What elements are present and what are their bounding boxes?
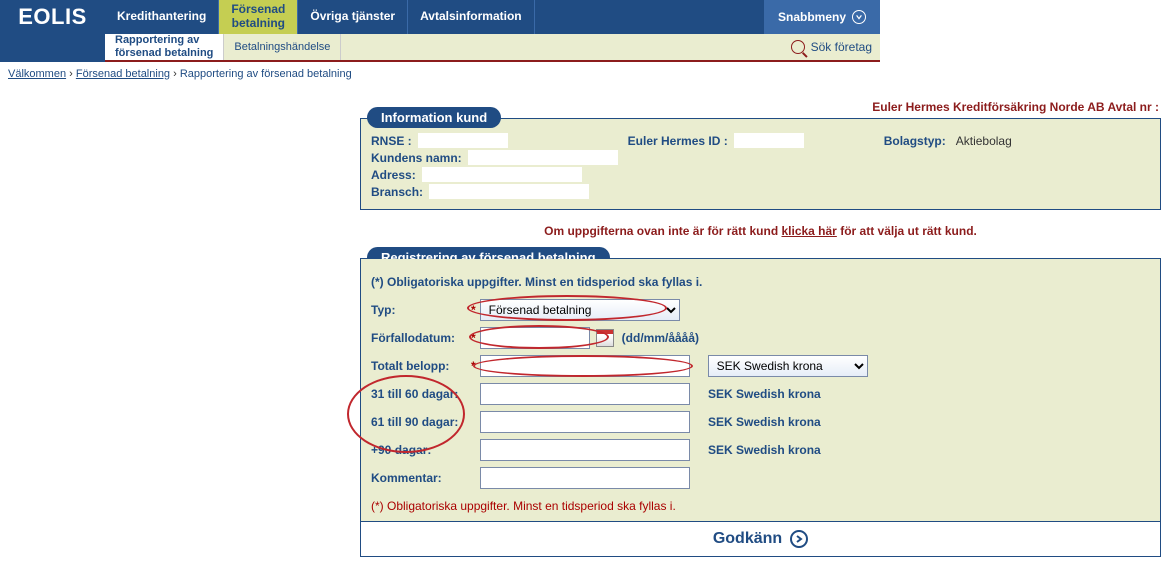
label-90plus: +90 dagar:	[371, 443, 471, 457]
mandatory-footnote: (*) Obligatoriska uppgifter. Minst en ti…	[371, 499, 1150, 513]
subtab-betalningshandelse[interactable]: Betalningshändelse	[224, 34, 341, 60]
label-totalt-belopp: Totalt belopp:	[371, 359, 471, 373]
submit-button[interactable]: Godkänn	[361, 521, 1160, 556]
calendar-icon[interactable]	[596, 329, 614, 347]
currency-static: SEK Swedish krona	[708, 415, 821, 429]
side-gap	[0, 34, 105, 62]
nav-tab-label: Kredithantering	[117, 10, 206, 24]
nav-tab-label: Avtalsinformation	[420, 10, 522, 24]
mandatory-note: (*) Obligatoriska uppgifter. Minst en ti…	[371, 275, 1150, 289]
input-kommentar[interactable]	[480, 467, 690, 489]
subtab-label: Betalningshändelse	[234, 41, 330, 54]
breadcrumb-forsenad[interactable]: Försenad betalning	[76, 68, 170, 80]
panel-information-kund: Information kund RNSE : Euler Hermes ID …	[360, 118, 1161, 210]
helper-text-1: Om uppgifterna ovan inte är för rätt kun…	[544, 224, 781, 238]
submit-label: Godkänn	[713, 530, 782, 548]
input-61-90[interactable]	[480, 411, 690, 433]
label-forfallodatum: Förfallodatum:	[371, 331, 471, 345]
nav-tab-avtalsinformation[interactable]: Avtalsinformation	[408, 0, 535, 34]
nav-tab-label-line1: Försenad	[231, 3, 285, 17]
input-totalt-belopp[interactable]	[480, 355, 690, 377]
label-rnse: RNSE :	[371, 134, 412, 148]
search-company[interactable]: Sök företag	[783, 34, 880, 60]
breadcrumb-current: Rapportering av försenad betalning	[180, 68, 352, 80]
label-ehid: Euler Hermes ID :	[628, 134, 728, 148]
nav-tab-kredithantering[interactable]: Kredithantering	[105, 0, 219, 34]
asterisk-icon: *	[471, 331, 476, 345]
value-adress	[422, 167, 582, 182]
label-61-90: 61 till 90 dagar:	[371, 415, 471, 429]
input-forfallodatum[interactable]	[480, 327, 590, 349]
select-typ[interactable]: Försenad betalning	[480, 299, 680, 321]
currency-static: SEK Swedish krona	[708, 443, 821, 457]
label-kundnamn: Kundens namn:	[371, 151, 462, 165]
quick-menu[interactable]: Snabbmeny	[764, 0, 880, 34]
label-typ: Typ:	[371, 303, 471, 317]
nav-tab-ovriga-tjanster[interactable]: Övriga tjänster	[298, 0, 408, 34]
value-bransch	[429, 184, 589, 199]
currency-static: SEK Swedish krona	[708, 387, 821, 401]
asterisk-icon: *	[471, 303, 476, 317]
arrow-right-icon	[790, 530, 808, 548]
quick-menu-label: Snabbmeny	[778, 10, 846, 24]
nav-tab-label: Övriga tjänster	[310, 10, 395, 24]
label-bolagstyp: Bolagstyp:	[884, 134, 946, 148]
value-bolagstyp: Aktiebolag	[956, 134, 1012, 148]
helper-text-2: för att välja ut rätt kund.	[837, 224, 977, 238]
brand-logo: EOLIS	[0, 0, 105, 34]
subtab-label-line2: försenad betalning	[115, 47, 213, 60]
value-rnse	[418, 133, 508, 148]
helper-line: Om uppgifterna ovan inte är för rätt kun…	[360, 224, 1161, 238]
label-adress: Adress:	[371, 168, 416, 182]
input-90plus[interactable]	[480, 439, 690, 461]
panel-title: Information kund	[367, 107, 501, 128]
select-currency[interactable]: SEK Swedish krona	[708, 355, 868, 377]
subtab-rapportering[interactable]: Rapportering av försenad betalning	[105, 34, 224, 60]
date-hint: (dd/mm/åååå)	[622, 331, 699, 345]
panel-registrering: Registrering av försenad betalning (*) O…	[360, 258, 1161, 557]
input-31-60[interactable]	[480, 383, 690, 405]
nav-tab-label-line2: betalning	[231, 17, 285, 31]
helper-link[interactable]: klicka här	[781, 224, 836, 238]
breadcrumb-welcome[interactable]: Välkommen	[8, 68, 66, 80]
label-kommentar: Kommentar:	[371, 471, 471, 485]
search-company-label: Sök företag	[811, 40, 872, 54]
subtab-label-line1: Rapportering av	[115, 34, 213, 47]
search-icon	[791, 40, 805, 54]
label-31-60: 31 till 60 dagar:	[371, 387, 471, 401]
asterisk-icon: *	[471, 359, 476, 373]
value-ehid	[734, 133, 804, 148]
value-kundnamn	[468, 150, 618, 165]
nav-tab-forsenad-betalning[interactable]: Försenad betalning	[219, 0, 298, 34]
breadcrumb: Välkommen › Försenad betalning › Rapport…	[0, 62, 1171, 86]
label-bransch: Bransch:	[371, 185, 423, 199]
chevron-down-icon	[852, 10, 866, 24]
